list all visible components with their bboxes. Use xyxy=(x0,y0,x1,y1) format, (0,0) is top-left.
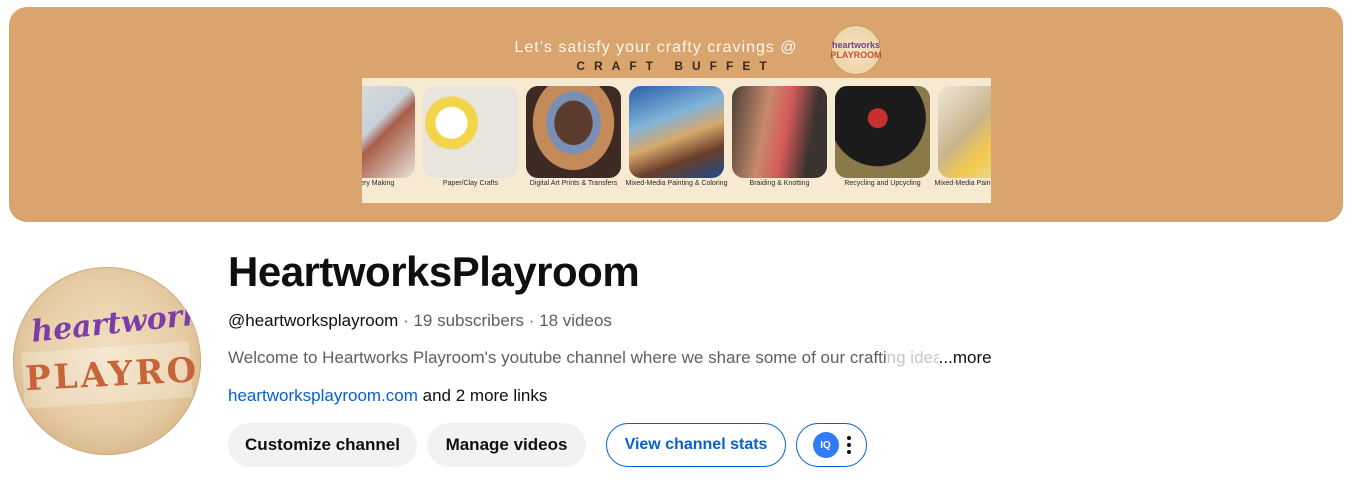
channel-links: heartworksplayroom.com and 2 more links xyxy=(228,386,547,406)
upcycling-image xyxy=(835,86,930,178)
tile-label: Mixed-Media Painting & Coloring xyxy=(934,180,991,187)
ship-painting-image xyxy=(629,86,724,178)
painting-image xyxy=(938,86,991,178)
vidiq-icon: IQ xyxy=(812,432,839,458)
meta-separator: · xyxy=(528,311,540,330)
digital-art-image xyxy=(526,86,621,178)
banner-tile-strip: Jewellery Making Paper/Clay Crafts Digit… xyxy=(362,78,991,203)
banner-title: CRAFT BUFFET xyxy=(576,59,776,73)
tile-label: Mixed-Media Painting & Coloring xyxy=(625,180,728,187)
channel-website-link[interactable]: heartworksplayroom.com xyxy=(228,386,418,405)
braiding-image xyxy=(732,86,827,178)
manage-videos-button[interactable]: Manage videos xyxy=(427,423,586,467)
video-count: 18 videos xyxy=(539,311,612,330)
more-button[interactable]: ...more xyxy=(939,348,992,367)
description-text: Welcome to Heartworks Playroom's youtube… xyxy=(228,348,887,367)
channel-name: HeartworksPlayroom xyxy=(228,248,640,295)
description-fade: ng ideas xyxy=(886,348,939,367)
subscriber-count: 19 subscribers xyxy=(413,311,525,330)
tile-label: Braiding & Knotting xyxy=(749,180,810,187)
channel-description[interactable]: Welcome to Heartworks Playroom's youtube… xyxy=(228,348,992,368)
more-links-button[interactable]: and 2 more links xyxy=(423,386,548,405)
tile-label: Jewellery Making xyxy=(362,180,395,187)
channel-avatar[interactable]: heartworks PLAYROOM xyxy=(13,267,201,455)
more-vert-icon xyxy=(846,436,851,454)
jewellery-image xyxy=(362,86,415,178)
avatar-text-playroom: PLAYROOM xyxy=(24,346,201,400)
clay-image xyxy=(423,86,518,178)
channel-handle: @heartworksplayroom xyxy=(228,311,399,330)
banner-tagline: Let’s satisfy your crafty cravings @ xyxy=(514,39,798,56)
customize-channel-button[interactable]: Customize channel xyxy=(228,423,417,467)
channel-meta: @heartworksplayroom · 19 subscribers · 1… xyxy=(228,311,612,331)
tile-label: Paper/Clay Crafts xyxy=(442,180,499,187)
tile-label: Recycling and Upcycling xyxy=(844,180,921,187)
extension-menu-button[interactable]: IQ xyxy=(796,423,867,467)
meta-separator: · xyxy=(403,311,414,330)
tile-label: Digital Art Prints & Transfers xyxy=(529,180,618,187)
view-channel-stats-button[interactable]: View channel stats xyxy=(606,423,786,467)
channel-banner: Let’s satisfy your crafty cravings @ hea… xyxy=(9,7,1343,222)
